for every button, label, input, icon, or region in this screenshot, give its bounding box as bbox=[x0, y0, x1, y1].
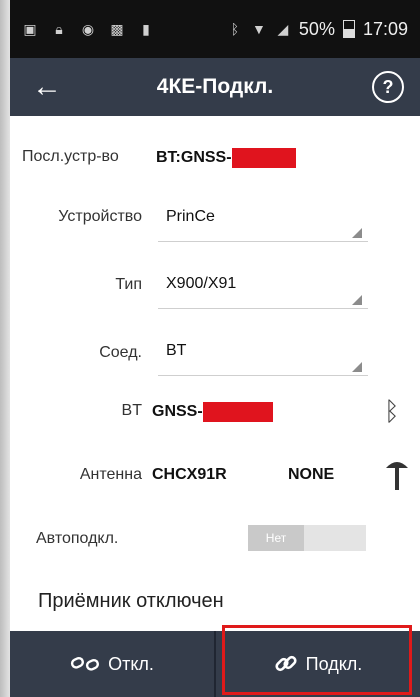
status-bar: ▣ 🔒︎ ◉ ▩ ▮ ᛒ ▼ ◢ 50% 17:09 bbox=[10, 0, 420, 58]
bt-device-value[interactable]: GNSS- bbox=[152, 402, 273, 422]
connection-label: Соед. bbox=[99, 344, 142, 361]
device-value: PrinCe bbox=[166, 208, 215, 225]
bluetooth-icon[interactable]: ᛒ bbox=[384, 396, 400, 427]
battery-percent: 50% bbox=[298, 18, 335, 39]
dropdown-triangle-icon bbox=[352, 228, 362, 238]
disconnect-button[interactable]: Откл. bbox=[10, 631, 214, 697]
phone-frame: ▣ 🔒︎ ◉ ▩ ▮ ᛒ ▼ ◢ 50% 17:09 ← 4КЕ-Подкл. … bbox=[0, 0, 420, 697]
autoconnect-label: Автоподкл. bbox=[36, 530, 119, 547]
redaction-block bbox=[202, 402, 273, 422]
connect-label: Подкл. bbox=[305, 653, 363, 674]
device-select[interactable]: PrinCe bbox=[158, 198, 368, 242]
dropdown-triangle-icon bbox=[352, 362, 362, 372]
battery-icon bbox=[342, 20, 355, 38]
app-icon: ▣ bbox=[23, 20, 37, 37]
image-icon: ▩ bbox=[110, 20, 124, 37]
type-label: Тип bbox=[115, 276, 142, 293]
bt-label: BT bbox=[121, 402, 142, 419]
connection-select[interactable]: BT bbox=[158, 332, 368, 376]
card-icon: ▮ bbox=[142, 20, 150, 37]
app-bar: ← 4КЕ-Подкл. ? bbox=[10, 58, 420, 116]
bluetooth-icon: ᛒ bbox=[230, 21, 240, 37]
page-title: 4КЕ-Подкл. bbox=[156, 75, 274, 98]
autoconnect-toggle[interactable]: Нет bbox=[248, 525, 366, 551]
clock: 17:09 bbox=[362, 18, 408, 39]
antenna-label: Антенна bbox=[79, 466, 142, 483]
dropdown-triangle-icon bbox=[352, 295, 362, 305]
signal-icon: ◢ bbox=[277, 20, 289, 37]
bottom-action-bar: Откл. Подкл. bbox=[10, 631, 420, 697]
broken-link-icon bbox=[70, 656, 100, 671]
antenna-icon[interactable] bbox=[384, 456, 410, 492]
lock-icon: 🔒︎ bbox=[55, 20, 63, 37]
eye-icon: ◉ bbox=[81, 20, 95, 37]
antenna-height: NONE bbox=[288, 466, 335, 483]
receiver-status: Приёмник отключен bbox=[38, 590, 224, 612]
link-icon bbox=[275, 655, 297, 672]
toggle-state: Нет bbox=[248, 525, 304, 551]
connection-value: BT bbox=[166, 342, 187, 359]
help-icon[interactable]: ? bbox=[372, 71, 404, 103]
connection-form: Посл.устр-во BT:GNSS- Устройство PrinCe … bbox=[10, 116, 420, 631]
redaction-block bbox=[231, 148, 296, 168]
last-device-label: Посл.устр-во bbox=[22, 148, 119, 165]
connect-button[interactable]: Подкл. bbox=[216, 631, 420, 697]
frame-edge bbox=[0, 0, 10, 697]
device-label: Устройство bbox=[58, 208, 142, 225]
antenna-model: CHCX91R bbox=[152, 466, 227, 483]
disconnect-label: Откл. bbox=[108, 653, 154, 674]
wifi-icon: ▼ bbox=[251, 21, 266, 37]
screen: ▣ 🔒︎ ◉ ▩ ▮ ᛒ ▼ ◢ 50% 17:09 ← 4КЕ-Подкл. … bbox=[10, 0, 420, 697]
last-device-value: BT:GNSS- bbox=[156, 148, 296, 168]
type-select[interactable]: X900/X91 bbox=[158, 265, 368, 309]
type-value: X900/X91 bbox=[166, 275, 237, 292]
